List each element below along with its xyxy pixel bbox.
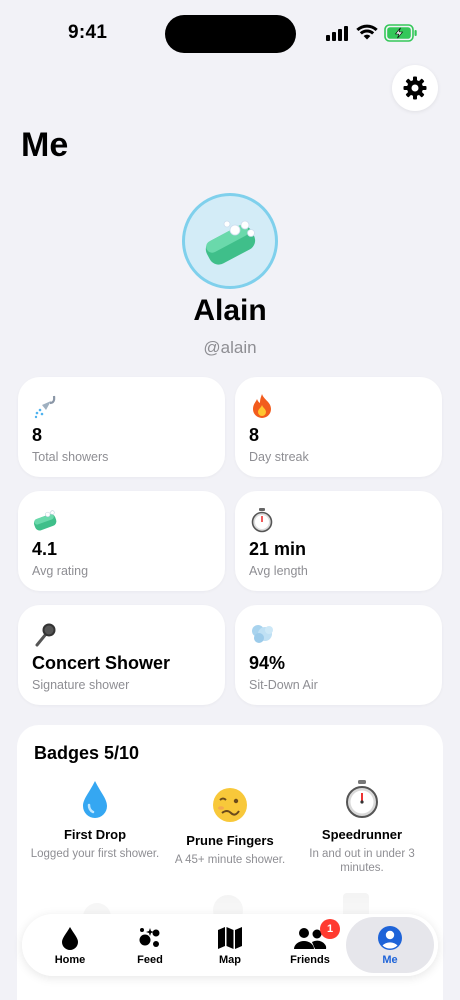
stopwatch-icon (340, 777, 384, 821)
microphone-icon (32, 621, 58, 647)
stat-value: 94% (249, 653, 286, 673)
gear-icon (403, 76, 427, 100)
tab-label: Friends (290, 954, 330, 966)
profile-name: Alain (193, 294, 267, 327)
shower-icon (32, 393, 58, 419)
page-title: Me (21, 126, 69, 164)
status-bar: 9:41 (0, 0, 460, 64)
tab-map[interactable]: Map (190, 914, 270, 976)
stat-label: Avg length (249, 564, 308, 578)
stat-value: 8 (249, 425, 260, 445)
badge-name: Prune Fingers (186, 833, 274, 848)
stat-card-avg-length: 21 min Avg length (235, 491, 442, 591)
tab-home[interactable]: Home (30, 914, 110, 976)
stopwatch-icon (249, 507, 275, 533)
badge-name: First Drop (63, 827, 127, 842)
avatar (182, 193, 278, 289)
notification-badge: 1 (320, 919, 340, 939)
stat-label: Sit-Down Air (249, 678, 318, 692)
soap-icon (205, 220, 256, 265)
badge-prune-fingers[interactable]: Prune Fingers A 45+ minute shower. (160, 783, 300, 867)
tab-label: Feed (137, 954, 163, 966)
tab-label: Home (54, 954, 86, 966)
fire-icon (249, 393, 275, 419)
badge-first-drop[interactable]: First Drop Logged your first shower. (25, 777, 165, 861)
stat-label: Day streak (249, 450, 309, 464)
tab-me[interactable]: Me (346, 917, 434, 973)
tab-feed[interactable]: Feed (110, 914, 190, 976)
stat-label: Signature shower (32, 678, 130, 692)
tab-label: Map (219, 954, 241, 966)
badges-title: Badges 5/10 (34, 743, 140, 763)
tab-bar: Home Feed Map 1 Friends Me (22, 914, 438, 976)
stat-value: 4.1 (32, 539, 58, 559)
tab-friends[interactable]: 1 Friends (270, 914, 350, 976)
stat-label: Total showers (32, 450, 109, 464)
droplet-icon (73, 777, 117, 821)
cellular-signal-icon (326, 26, 348, 41)
badge-description: A 45+ minute shower. (174, 854, 286, 866)
sparkles-icon (110, 925, 190, 951)
soap-icon (32, 507, 58, 533)
wifi-icon (356, 24, 378, 40)
badge-speedrunner[interactable]: Speedrunner In and out in under 3 minute… (292, 777, 432, 876)
badge-description: Logged your first shower. (30, 848, 160, 860)
stat-card-signature-shower: Concert Shower Signature shower (18, 605, 225, 705)
stat-value: 8 (32, 425, 43, 445)
drop-icon (30, 925, 110, 951)
battery-charging-icon (384, 24, 417, 42)
person-icon (346, 925, 434, 951)
stat-value: 21 min (249, 539, 307, 559)
settings-button[interactable] (392, 65, 438, 111)
profile-handle: @alain (203, 338, 257, 357)
stat-card-avg-rating: 4.1 Avg rating (18, 491, 225, 591)
stat-label: Avg rating (32, 564, 89, 578)
stat-value: Concert Shower (32, 653, 171, 673)
tab-label: Me (382, 954, 398, 966)
stat-card-total-showers: 8 Total showers (18, 377, 225, 477)
badge-description: In and out in under 3 minutes. (309, 848, 415, 875)
stat-card-day-streak: 8 Day streak (235, 377, 442, 477)
wind-icon (249, 621, 275, 647)
dynamic-island (165, 15, 296, 53)
status-time: 9:41 (68, 22, 108, 43)
map-icon (190, 925, 270, 951)
woozy-face-icon (208, 783, 252, 827)
stat-card-sit-down-air: 94% Sit-Down Air (235, 605, 442, 705)
badge-name: Speedrunner (321, 827, 403, 842)
